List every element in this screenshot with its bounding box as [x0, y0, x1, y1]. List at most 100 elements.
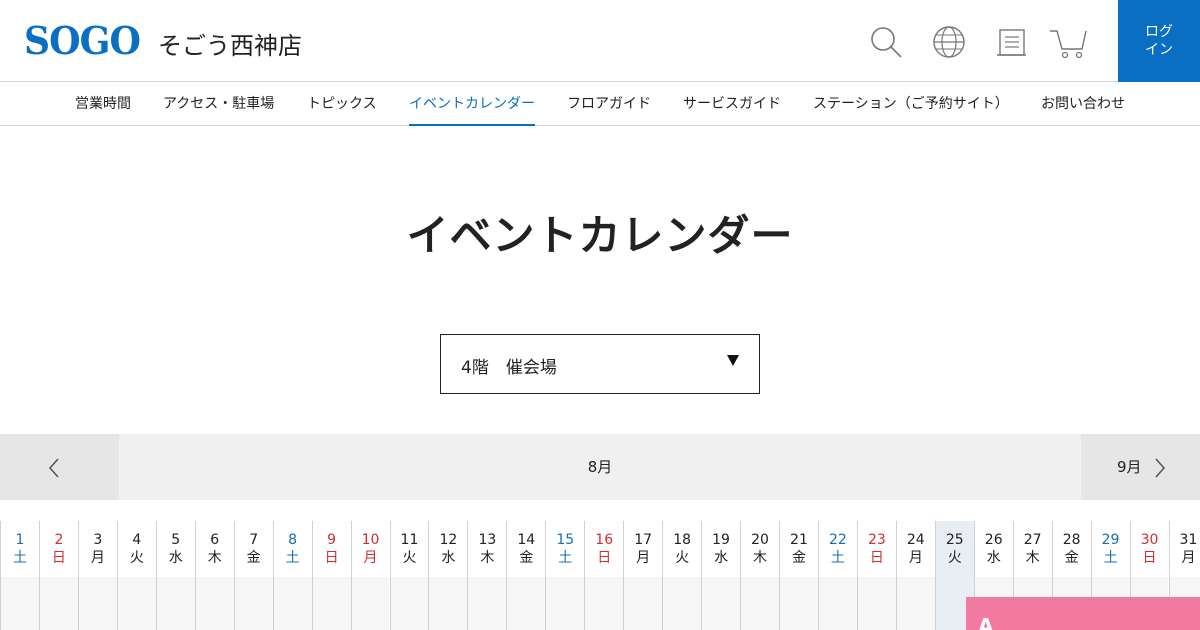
day-weekday: 金 [1064, 550, 1079, 566]
calendar-day[interactable]: 20 木 [740, 521, 779, 630]
calendar-day[interactable]: 9日 [311, 521, 351, 630]
calendar-day[interactable]: 8土 [272, 521, 312, 630]
day-cell [156, 577, 195, 630]
day-weekday: 火 [947, 550, 962, 566]
chevron-right-icon [1155, 458, 1166, 478]
store-name[interactable]: そごう西神店 [158, 26, 302, 61]
day-weekday: 木 [1025, 550, 1040, 566]
day-header: 2日 [40, 521, 78, 577]
day-cell [390, 577, 429, 630]
month-navigation: 8月 9月 [0, 434, 1200, 500]
day-header: 19 水 [702, 521, 740, 577]
nav-item-contact[interactable]: お問い合わせ [1041, 83, 1125, 126]
calendar-day[interactable]: 24 月 [895, 521, 935, 630]
day-number: 16 [595, 532, 614, 548]
day-header: 31 月 [1170, 521, 1200, 577]
calendar-day[interactable]: 5水 [155, 521, 195, 630]
day-cell [468, 577, 507, 630]
calendar-day[interactable]: 1土 [0, 521, 39, 630]
next-month-label: 9月 [1117, 458, 1142, 476]
calendar-day[interactable]: 10 月 [350, 521, 390, 630]
nav-item-hours[interactable]: 営業時間 [75, 83, 131, 126]
calendar-day[interactable]: 11 火 [389, 521, 429, 630]
floor-select[interactable]: 4階 催会場 [440, 334, 760, 394]
day-header: 5水 [157, 521, 195, 577]
receipt-icon[interactable] [991, 22, 1031, 62]
day-weekday: 火 [675, 550, 690, 566]
calendar-day[interactable]: 12 水 [428, 521, 468, 630]
day-header: 25 火 [935, 521, 974, 577]
day-weekday: 金 [246, 550, 261, 566]
day-header: 15 土 [546, 521, 584, 577]
day-weekday: 土 [830, 550, 845, 566]
nav-item-access[interactable]: アクセス・駐車場 [163, 83, 274, 126]
day-cell [741, 577, 779, 630]
day-weekday: 月 [908, 550, 923, 566]
globe-icon[interactable] [929, 22, 969, 62]
current-month-label: 8月 [587, 458, 613, 476]
day-cell [780, 577, 818, 630]
day-cell [546, 577, 585, 630]
day-weekday: 土 [285, 550, 300, 566]
day-weekday: 月 [1181, 550, 1196, 566]
calendar-day[interactable]: 21 金 [779, 521, 818, 630]
day-number: 14 [517, 532, 536, 548]
event-label: A [978, 614, 994, 630]
nav-item-station[interactable]: ステーション（ご予約サイト） [813, 83, 1009, 126]
day-weekday: 月 [363, 550, 378, 566]
day-number: 13 [478, 532, 497, 548]
day-header: 24 月 [897, 521, 935, 577]
calendar-day[interactable]: 16 日 [584, 521, 624, 630]
sogo-logo[interactable]: SOGO [24, 18, 141, 63]
day-number: 21 [790, 532, 808, 548]
calendar-day[interactable]: 14 金 [506, 521, 546, 630]
calendar-day[interactable]: 18 火 [662, 521, 702, 630]
calendar-day[interactable]: 15 土 [545, 521, 585, 630]
calendar-day[interactable]: 19 水 [701, 521, 741, 630]
page-title: イベントカレンダー [406, 211, 794, 260]
calendar-day[interactable]: 2日 [38, 521, 78, 630]
calendar-day[interactable]: 13 木 [467, 521, 507, 630]
search-icon[interactable] [866, 22, 906, 62]
next-month-button[interactable]: 9月 [1081, 434, 1200, 500]
day-number: 28 [1062, 532, 1081, 548]
day-number: 10 [361, 532, 380, 548]
day-number: 30 [1140, 532, 1159, 548]
nav-item-event-calendar[interactable]: イベントカレンダー [409, 83, 535, 126]
day-header: 6木 [196, 521, 234, 577]
site-header: SOGO そごう西神店 ログ イン [0, 0, 1200, 82]
day-number: 5 [171, 532, 181, 548]
day-header: 11 火 [391, 521, 429, 577]
day-cell [507, 577, 546, 630]
day-number: 3 [93, 532, 103, 548]
calendar-day[interactable]: 7金 [233, 521, 273, 630]
dropdown-arrow-icon [727, 355, 739, 366]
calendar-day[interactable]: 17 月 [623, 521, 663, 630]
nav-item-floor-guide[interactable]: フロアガイド [567, 83, 651, 126]
calendar-day[interactable]: 4火 [116, 521, 156, 630]
calendar-day[interactable]: 6木 [194, 521, 234, 630]
calendar-day[interactable]: 3月 [77, 521, 117, 630]
login-button[interactable]: ログ イン [1118, 0, 1200, 82]
day-weekday: 水 [441, 550, 456, 566]
nav-item-service-guide[interactable]: サービスガイド [683, 83, 781, 126]
day-header: 7金 [235, 521, 273, 577]
cart-icon[interactable] [1049, 22, 1089, 62]
day-number: 29 [1101, 532, 1120, 548]
prev-month-button[interactable] [0, 434, 119, 500]
day-cell [429, 577, 468, 630]
day-number: 7 [249, 532, 259, 548]
day-number: 8 [288, 532, 298, 548]
event-bar[interactable] [966, 597, 1200, 630]
day-cell [857, 577, 896, 630]
day-header: 20 木 [741, 521, 779, 577]
day-header: 4火 [118, 521, 156, 577]
day-cell [896, 577, 935, 630]
calendar-day[interactable]: 23 日 [856, 521, 896, 630]
nav-item-topics[interactable]: トピックス [307, 83, 377, 126]
calendar-day[interactable]: 22 土 [817, 521, 857, 630]
day-number: 22 [828, 532, 847, 548]
day-header: 13 木 [468, 521, 506, 577]
day-weekday: 水 [986, 550, 1001, 566]
day-weekday: 水 [168, 550, 183, 566]
